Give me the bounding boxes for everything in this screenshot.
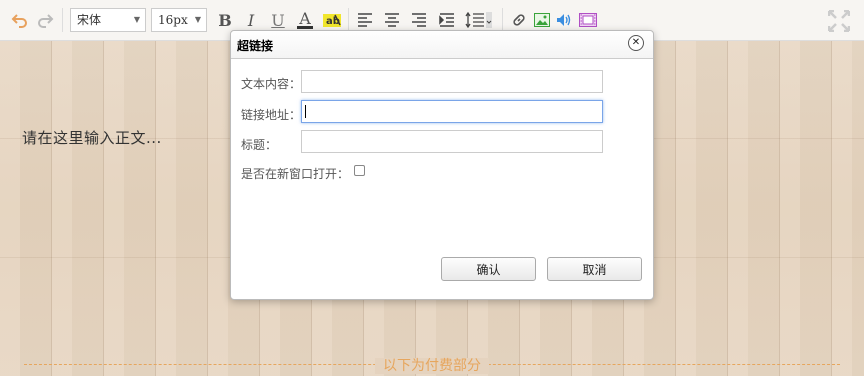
title-label: 标题： [241, 138, 278, 152]
font-size-value: 16px [158, 13, 188, 27]
link-icon[interactable] [508, 9, 530, 31]
new-window-label: 是否在新窗口打开： [241, 167, 350, 181]
close-icon[interactable]: ✕ [628, 35, 644, 51]
font-color-label: A [299, 8, 311, 28]
new-window-checkbox[interactable] [354, 165, 365, 176]
bold-label: B [218, 10, 232, 30]
toolbar-divider [62, 8, 63, 32]
line-height-icon[interactable] [464, 9, 494, 31]
text-content-input[interactable] [301, 70, 603, 93]
title-input[interactable] [301, 130, 603, 153]
font-family-select[interactable]: 宋体 ▼ [70, 8, 146, 32]
underline-label: U [271, 10, 285, 30]
confirm-label: 确认 [476, 262, 501, 277]
toolbar-divider [502, 8, 503, 32]
align-right-icon[interactable] [408, 9, 430, 31]
confirm-button[interactable]: 确认 [441, 257, 536, 281]
dialog-header: 超链接 ✕ [231, 31, 653, 59]
underline-button[interactable]: U [267, 9, 289, 31]
link-url-input[interactable] [301, 100, 603, 123]
cancel-label: 取消 [582, 262, 607, 277]
chevron-down-icon: ▼ [133, 15, 140, 24]
chevron-down-icon: ▼ [194, 15, 201, 24]
fullscreen-icon[interactable] [827, 9, 851, 33]
image-icon[interactable] [531, 9, 553, 31]
video-icon[interactable] [577, 9, 599, 31]
undo-icon[interactable] [9, 9, 31, 31]
indent-icon[interactable] [436, 9, 458, 31]
paid-divider-label: 以下为付费部分 [375, 358, 489, 374]
audio-icon[interactable] [554, 9, 576, 31]
redo-icon[interactable] [34, 9, 56, 31]
editor-placeholder[interactable]: 请在这里输入正文... [22, 127, 162, 148]
paid-divider: 以下为付费部分 [0, 355, 864, 375]
font-color-swatch [297, 25, 313, 29]
align-center-icon[interactable] [381, 9, 403, 31]
dialog-title: 超链接 [237, 39, 274, 53]
font-color-button[interactable]: A [294, 9, 316, 31]
toolbar-divider [348, 8, 349, 32]
highlight-icon[interactable]: ab [321, 9, 343, 31]
font-size-select[interactable]: 16px ▼ [151, 8, 207, 32]
link-url-label: 链接地址： [241, 108, 302, 122]
cancel-button[interactable]: 取消 [547, 257, 642, 281]
bold-button[interactable]: B [214, 9, 236, 31]
text-content-label: 文本内容： [241, 77, 302, 91]
italic-label: I [247, 10, 255, 30]
hyperlink-dialog: 超链接 ✕ 文本内容： 链接地址： 标题： 是否在新窗口打开： 确认 取消 [230, 30, 654, 300]
align-left-icon[interactable] [354, 9, 376, 31]
italic-button[interactable]: I [240, 9, 262, 31]
font-family-value: 宋体 [77, 13, 102, 27]
